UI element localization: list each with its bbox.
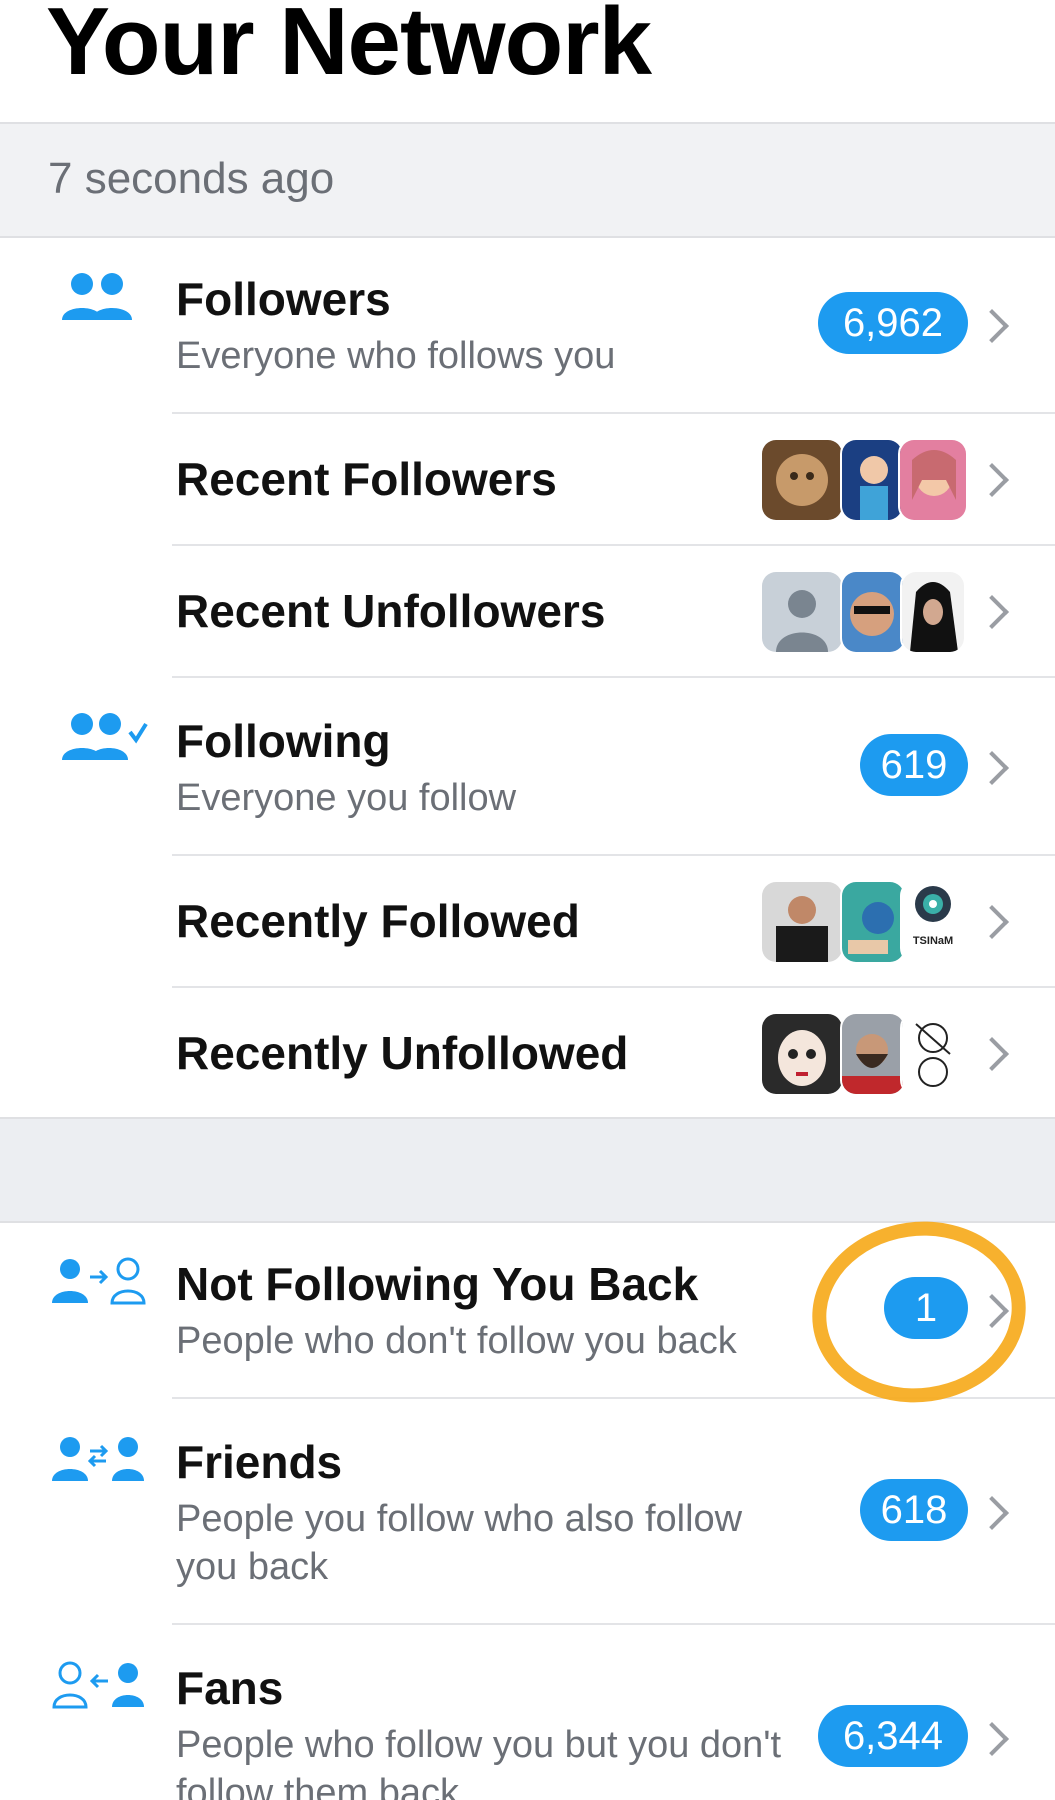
last-updated-bar: 7 seconds ago: [0, 122, 1055, 238]
fans-chevron-icon: [975, 1722, 1009, 1756]
nike-man-avatar: [760, 880, 844, 964]
followers-sub: Everyone who follows you: [176, 335, 616, 377]
hijab-avatar: [900, 570, 966, 654]
section-separator: [0, 1117, 1055, 1223]
man-sunglasses-avatar: [840, 570, 906, 654]
tsinam-logo-icon: [915, 886, 951, 922]
followers-label: Followers: [176, 273, 391, 325]
your-network-screen: Your Network 7 seconds ago Followers Eve…: [0, 0, 1055, 1800]
recently-unfollowed-label: Recently Unfollowed: [176, 1027, 629, 1079]
friends-sub: People you follow who also follow you ba…: [176, 1498, 743, 1588]
following-icon: [62, 713, 148, 760]
last-updated-text: 7 seconds ago: [48, 154, 335, 203]
line-drawing-avatar: [900, 1012, 966, 1096]
recent-unfollowers-chevron-icon: [975, 595, 1009, 629]
recent-unfollowers-label: Recent Unfollowers: [176, 585, 606, 637]
not-following-back-label: Not Following You Back: [176, 1258, 699, 1310]
not-following-back-icon: [52, 1257, 146, 1305]
cartoon-girl-avatar: [840, 438, 904, 522]
following-row[interactable]: Following Everyone you follow 619: [0, 678, 1055, 856]
followers-count-badge: 6,962: [818, 292, 968, 354]
followers-chevron-icon: [975, 309, 1009, 343]
friends-count-badge: 618: [860, 1479, 968, 1541]
tsinam-logo-avatar: TSINaM: [900, 880, 966, 964]
fans-label: Fans: [176, 1662, 284, 1714]
tsinam-logo-text: TSINaM: [912, 935, 954, 947]
friends-chevron-icon: [975, 1496, 1009, 1530]
recently-unfollowed-chevron-icon: [975, 1037, 1009, 1071]
following-count-badge: 619: [860, 734, 968, 796]
recent-unfollowers-row[interactable]: Recent Unfollowers: [0, 546, 1055, 678]
recently-followed-thumbs: TSINaM: [760, 880, 970, 964]
friends-icon: [52, 1437, 144, 1481]
following-sub: Everyone you follow: [176, 777, 517, 819]
following-chevron-icon: [975, 751, 1009, 785]
recent-followers-thumbs: [760, 438, 970, 522]
recently-followed-chevron-icon: [975, 905, 1009, 939]
recent-followers-row[interactable]: Recent Followers: [0, 414, 1055, 546]
clown-face-avatar: [760, 1012, 844, 1096]
sky-art-avatar: [840, 880, 906, 964]
followers-row[interactable]: Followers Everyone who follows you 6,962: [0, 236, 1055, 414]
fans-count-badge: 6,344: [818, 1705, 968, 1767]
friends-row[interactable]: Friends People you follow who also follo…: [0, 1399, 1055, 1625]
fans-sub: People who follow you but you don't foll…: [176, 1724, 782, 1800]
recently-followed-row[interactable]: Recently Followed TSINaM: [0, 856, 1055, 988]
following-label: Following: [176, 715, 391, 767]
not-following-back-sub: People who don't follow you back: [176, 1320, 737, 1362]
woman-avatar: [898, 438, 968, 522]
default-avatar: [760, 570, 844, 654]
sculpture-avatar: [760, 438, 844, 522]
recently-unfollowed-thumbs: [760, 1012, 970, 1096]
page-title: Your Network: [46, 0, 652, 95]
recently-unfollowed-row[interactable]: Recently Unfollowed: [0, 988, 1055, 1116]
recently-followed-label: Recently Followed: [176, 895, 580, 947]
fans-row[interactable]: Fans People who follow you but you don't…: [0, 1625, 1055, 1800]
followers-icon: [62, 273, 132, 320]
friends-label: Friends: [176, 1436, 343, 1488]
recent-followers-chevron-icon: [975, 463, 1009, 497]
recent-followers-label: Recent Followers: [176, 453, 557, 505]
bearded-man-avatar: [840, 1012, 906, 1096]
recent-unfollowers-thumbs: [760, 570, 970, 654]
fans-icon: [52, 1661, 144, 1709]
